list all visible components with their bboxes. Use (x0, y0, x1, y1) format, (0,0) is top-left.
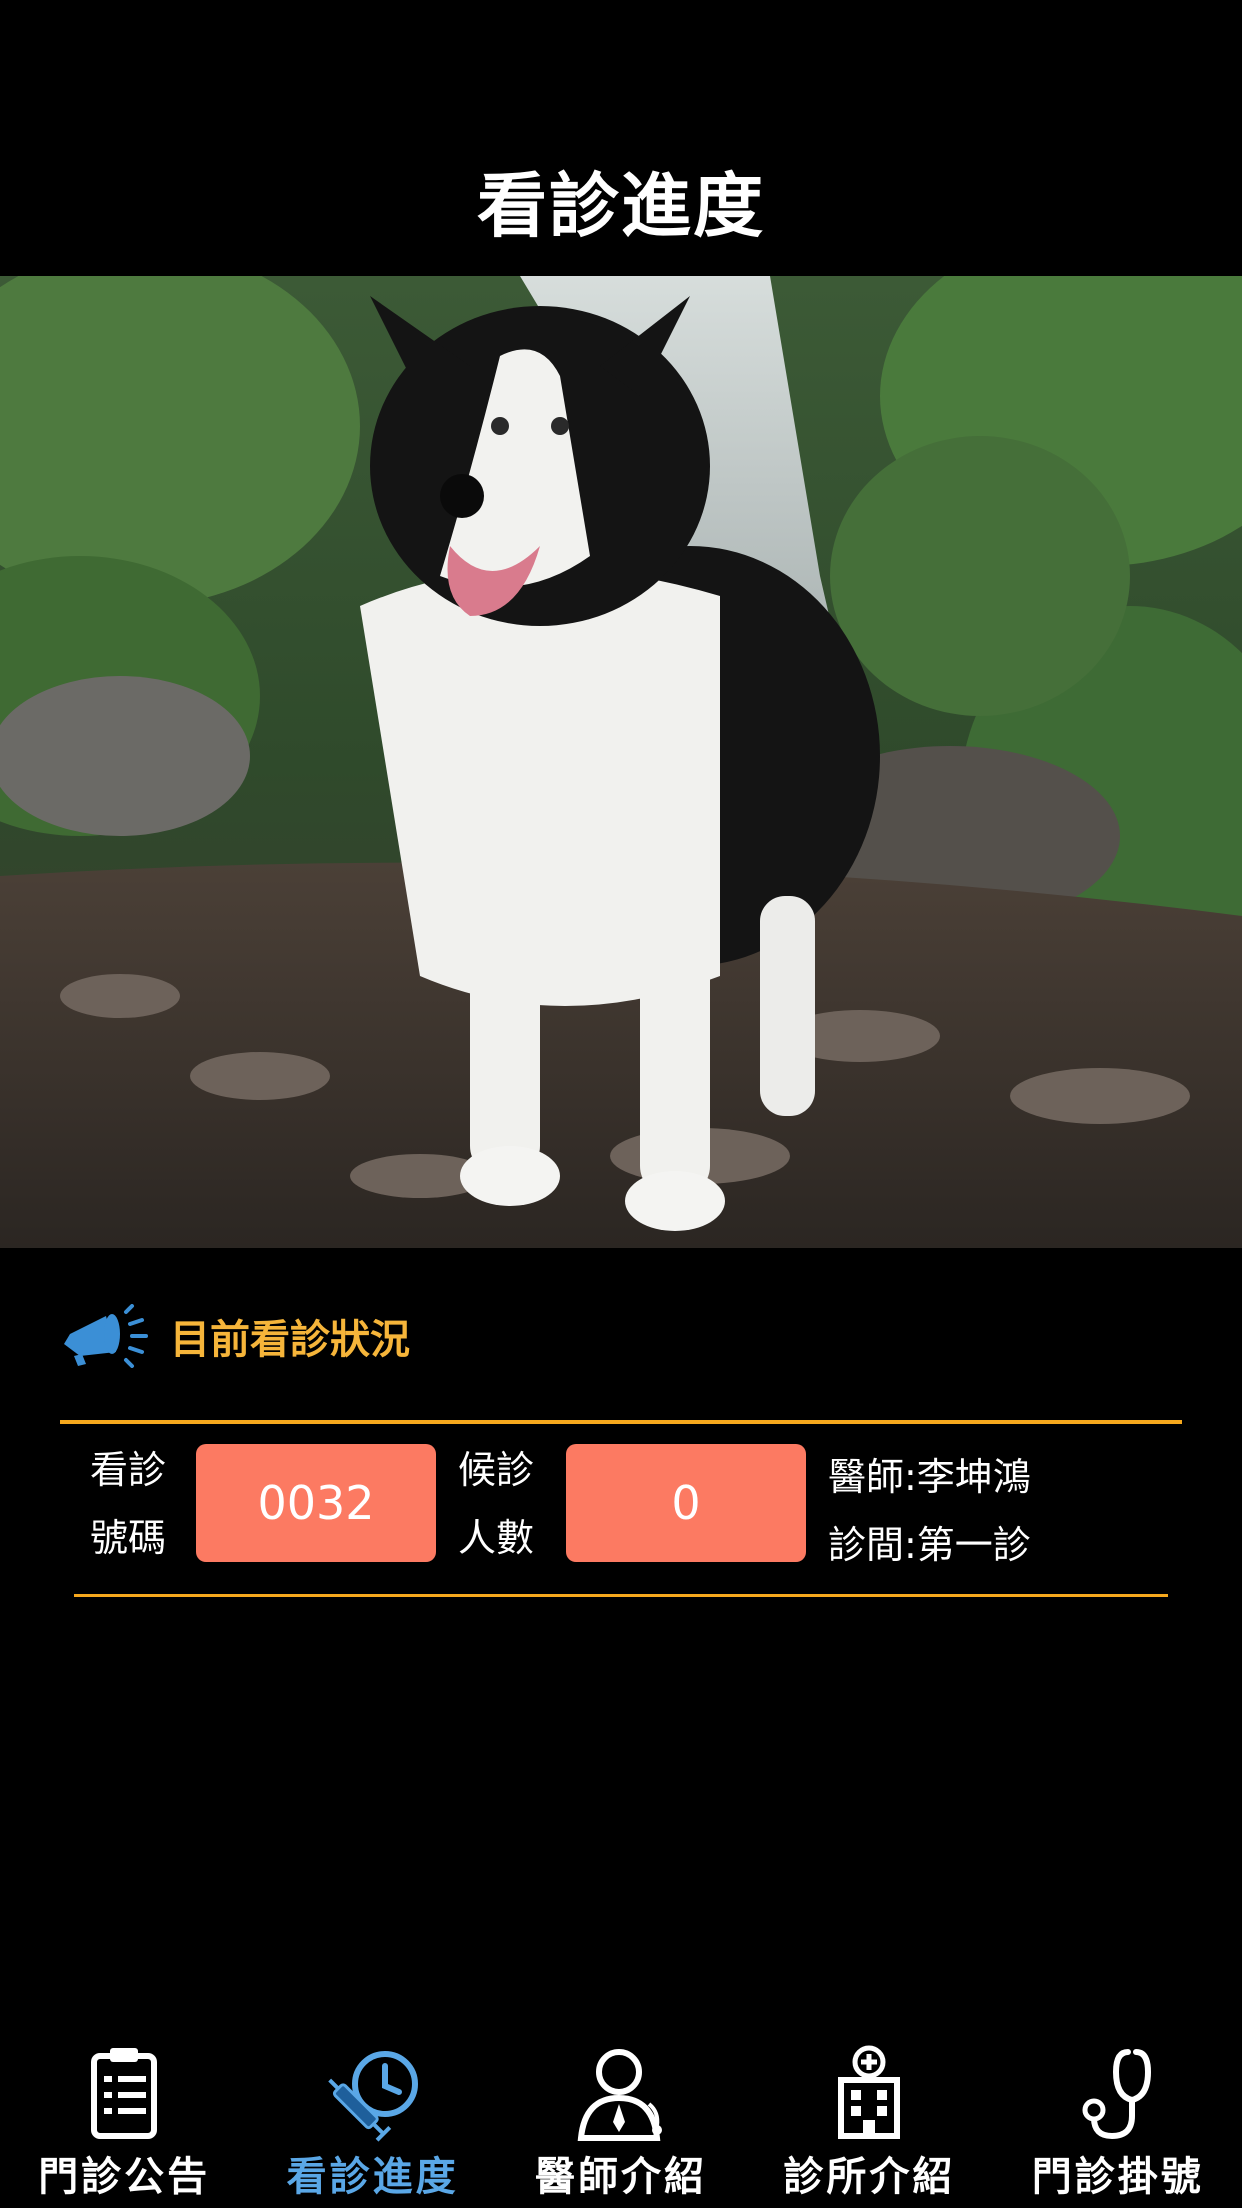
hero-photo (0, 276, 1242, 1248)
stethoscope-icon (1082, 2049, 1151, 2140)
waiting-label-line2: 人數 (458, 1516, 535, 1560)
screen: 看診進度 目前看診狀況 看診 號碼 0032 候診 人數 0 醫師:李坤鴻 診間… (0, 0, 1242, 2208)
room-info: 診間:第一診 (828, 1523, 1031, 1567)
hospital-icon (838, 2045, 901, 2139)
tab-announcements[interactable]: 門診公告 (0, 2030, 248, 2208)
syringe-clock-icon (327, 2051, 418, 2142)
number-label-line2: 號碼 (90, 1516, 167, 1560)
status-title: 目前看診狀況 (170, 1317, 410, 1363)
waiting-count-badge: 0 (566, 1444, 806, 1562)
tab-progress[interactable]: 看診進度 (248, 2030, 496, 2208)
tab-label: 醫師介紹 (534, 2154, 707, 2200)
clipboard-icon (91, 2048, 158, 2139)
divider-bottom (74, 1594, 1168, 1597)
status-header: 目前看診狀況 (60, 1300, 410, 1372)
tab-doctors[interactable]: 醫師介紹 (497, 2030, 745, 2208)
tab-label: 看診進度 (286, 2154, 459, 2200)
megaphone-icon (64, 1304, 148, 1368)
tab-registration[interactable]: 門診掛號 (994, 2030, 1242, 2208)
tab-clinic[interactable]: 診所介紹 (745, 2030, 993, 2208)
doctor-info: 醫師:李坤鴻 (828, 1455, 1031, 1499)
doctor-icon (577, 2049, 662, 2141)
tab-label: 門診掛號 (1031, 2154, 1204, 2200)
current-number-badge: 0032 (196, 1444, 436, 1562)
tab-label: 門診公告 (38, 2154, 211, 2200)
tab-bar: 門診公告 看診進度 醫師介紹 診所介紹 門診掛號 (0, 2030, 1242, 2208)
page-title: 看診進度 (477, 165, 765, 247)
navigation-bar: 看診進度 (0, 0, 1242, 276)
waiting-label-line1: 候診 (458, 1448, 535, 1492)
divider-top (60, 1420, 1182, 1424)
number-label-line1: 看診 (90, 1448, 167, 1492)
number-label: 看診 號碼 (90, 1436, 166, 1572)
waiting-label: 候診 人數 (458, 1436, 534, 1572)
dog-waterfall-illustration (0, 276, 1242, 1248)
tab-label: 診所介紹 (783, 2154, 956, 2200)
